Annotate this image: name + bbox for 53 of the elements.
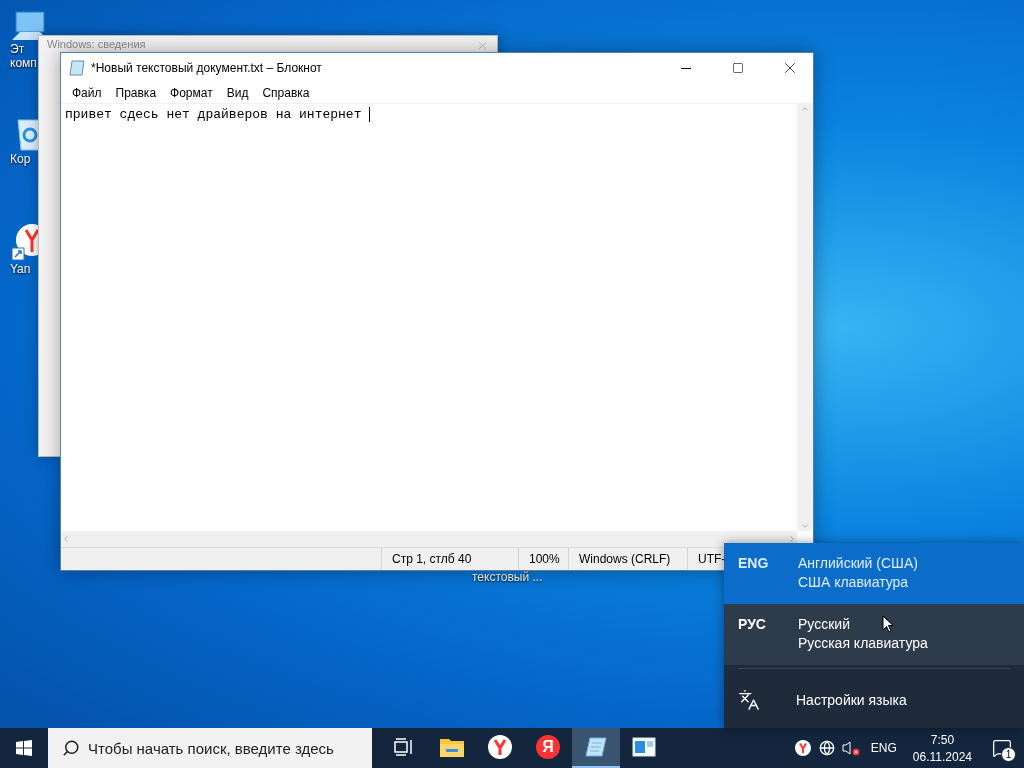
window-icon (632, 737, 656, 757)
network-icon[interactable] (818, 740, 835, 756)
horizontal-scrollbar[interactable] (61, 531, 797, 547)
notifications-button[interactable]: 1 (980, 728, 1024, 768)
yandex-logo: Я (536, 735, 560, 759)
speaker-muted-icon[interactable] (841, 740, 860, 756)
notification-count: 1 (1001, 747, 1016, 762)
maximize-icon (732, 62, 744, 74)
window-title: Windows: сведения (47, 38, 146, 50)
menu-item[interactable]: Формат (163, 84, 220, 102)
desktop-icon-label: Эт (9, 42, 25, 56)
clock[interactable]: 7:50 06.11.2024 (904, 732, 980, 764)
search-field[interactable]: Чтобы начать поиск, введите здесь (48, 728, 372, 768)
desktop-icon-label: текстовый ... (472, 570, 543, 584)
browser-icon[interactable] (794, 740, 811, 756)
clock-time: 7:50 (930, 732, 955, 747)
language-name: Русский (798, 616, 850, 632)
task-view-icon (394, 738, 414, 756)
status-text: 100% (518, 548, 568, 570)
windows-logo-icon (16, 740, 32, 756)
status-text: Стр 1, стлб 40 (381, 548, 518, 570)
menu-item[interactable]: Вид (219, 84, 256, 102)
computer-icon (12, 10, 48, 42)
clock-date: 06.11.2024 (912, 749, 972, 764)
mouse-cursor-icon (882, 615, 894, 633)
input-language-indicator[interactable]: ENG (862, 741, 905, 755)
menu-item[interactable]: Файл (65, 84, 109, 102)
taskbar-app-button[interactable]: Я (524, 728, 572, 768)
browser-icon (488, 735, 512, 759)
search-icon (62, 739, 80, 757)
language-settings-link[interactable]: Настройки языка (796, 692, 907, 708)
notepad-icon (584, 736, 608, 758)
status-text: Windows (CRLF) (568, 548, 687, 570)
scroll-right-icon[interactable] (787, 534, 797, 544)
language-name: Английский (США) (798, 555, 918, 571)
menu-item[interactable]: Правка (108, 84, 164, 102)
editor-text: привет сдесь нет драйверов на интернет (65, 106, 363, 123)
language-code: РУС (738, 616, 767, 634)
desktop-icon-label: комп (9, 56, 37, 70)
notepad-icon (69, 60, 85, 76)
folder-icon (440, 737, 464, 757)
keyboard-name: Русская клавиатура (798, 635, 928, 651)
language-settings-icon (738, 689, 760, 711)
menu-item[interactable]: Справка (255, 84, 317, 102)
desktop-icon-label: Кор (9, 152, 31, 166)
minimize-icon (681, 67, 691, 69)
notifications-icon (992, 738, 1012, 758)
desktop-icon-label: Yan (9, 262, 31, 276)
keyboard-name: США клавиатура (798, 574, 909, 590)
language-option[interactable]: РУС Русский Русская клавиатура (724, 604, 1024, 665)
window-title: *Новый текстовый документ.txt – Блокнот (91, 61, 323, 75)
text-caret (369, 107, 371, 122)
language-option[interactable]: ENG Английский (США) США клавиатура (724, 543, 1024, 604)
